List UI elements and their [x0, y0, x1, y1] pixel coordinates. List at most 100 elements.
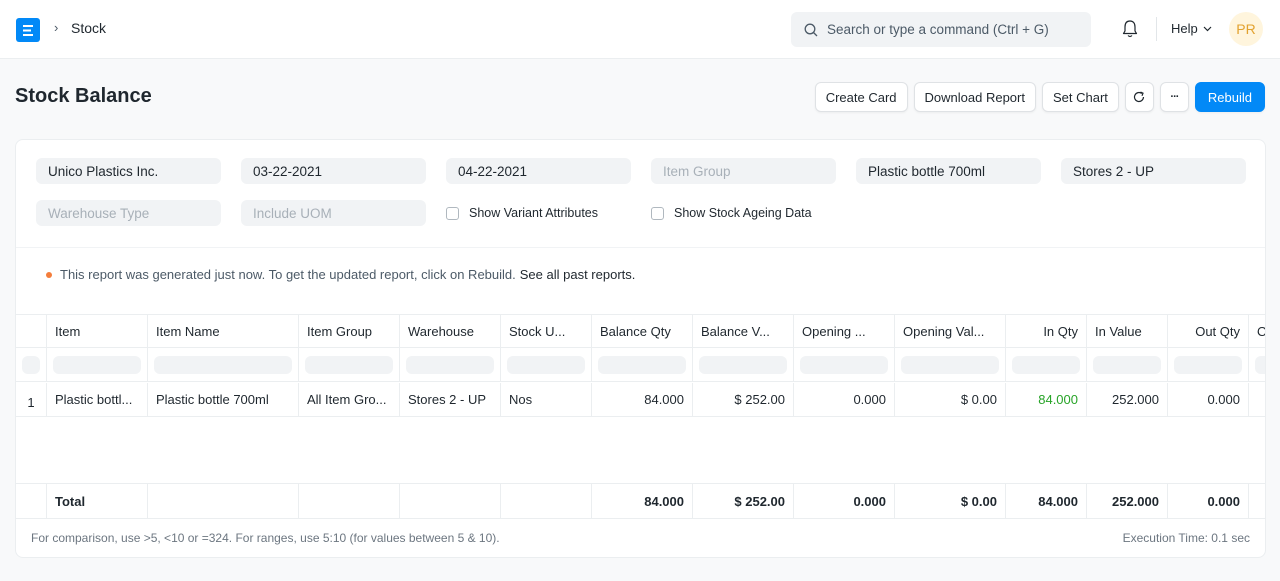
help-dropdown[interactable]: Help [1171, 21, 1212, 36]
company-filter[interactable]: Unico Plastics Inc. [36, 158, 221, 184]
bell-icon [1122, 20, 1138, 38]
column-filter-input[interactable] [1174, 355, 1242, 374]
total-cell [148, 484, 299, 518]
to-date-filter[interactable]: 04-22-2021 [446, 158, 631, 184]
cell-out-value[interactable] [1249, 383, 1265, 416]
cell-item-name[interactable]: Plastic bottle 700ml [148, 383, 299, 416]
warehouse-type-filter[interactable]: Warehouse Type [36, 200, 221, 226]
total-row-number [16, 484, 47, 518]
table-row[interactable]: 1 Plastic bottl... Plastic bottle 700ml … [16, 383, 1265, 417]
column-header[interactable]: Stock U... [501, 315, 592, 347]
column-filter-input[interactable] [598, 355, 686, 374]
total-out-qty: 0.000 [1168, 484, 1249, 518]
table-filter-row [16, 348, 1265, 382]
total-in-value: 252.000 [1087, 484, 1168, 518]
item-group-filter[interactable]: Item Group [651, 158, 836, 184]
total-opening-qty: 0.000 [794, 484, 895, 518]
column-header[interactable]: Balance Qty [592, 315, 693, 347]
column-header[interactable]: O [1249, 315, 1265, 347]
cell-opening-qty[interactable]: 0.000 [794, 383, 895, 416]
column-filter-input[interactable] [53, 355, 141, 374]
create-card-button[interactable]: Create Card [814, 82, 908, 112]
filter-cell [1168, 348, 1249, 381]
search-bar[interactable]: Search or type a command (Ctrl + G) [791, 12, 1091, 47]
filter-cell [794, 348, 895, 381]
filter-cell [693, 348, 794, 381]
cell-item[interactable]: Plastic bottl... [47, 383, 148, 416]
from-date-filter[interactable]: 03-22-2021 [241, 158, 426, 184]
cell-in-qty[interactable]: 84.000 [1006, 383, 1087, 416]
column-filter-input[interactable] [901, 355, 999, 374]
filters-divider [16, 247, 1265, 248]
total-cell [501, 484, 592, 518]
total-out-value [1249, 484, 1265, 518]
show-variant-attributes-label: Show Variant Attributes [469, 206, 599, 220]
column-header[interactable]: Opening Val... [895, 315, 1006, 347]
search-placeholder: Search or type a command (Ctrl + G) [827, 22, 1049, 37]
filter-cell [1249, 348, 1265, 381]
warehouse-filter[interactable]: Stores 2 - UP [1061, 158, 1246, 184]
table-header-row: Item Item Name Item Group Warehouse Stoc… [16, 314, 1265, 348]
rebuild-button[interactable]: Rebuild [1194, 82, 1265, 112]
report-notice-text: This report was generated just now. To g… [60, 267, 516, 282]
total-in-qty: 84.000 [1006, 484, 1087, 518]
show-stock-ageing-data-checkbox[interactable]: Show Stock Ageing Data [651, 206, 812, 220]
column-filter-input[interactable] [1255, 355, 1265, 374]
cell-balance-value[interactable]: $ 252.00 [693, 383, 794, 416]
more-options-button[interactable]: ··· [1159, 82, 1189, 112]
show-variant-attributes-checkbox[interactable]: Show Variant Attributes [446, 206, 598, 220]
column-header[interactable]: Opening ... [794, 315, 895, 347]
filter-hint: For comparison, use >5, <10 or =324. For… [31, 531, 500, 545]
cell-item-group[interactable]: All Item Gro... [299, 383, 400, 416]
column-header[interactable]: Item Name [148, 315, 299, 347]
column-filter-input[interactable] [800, 355, 888, 374]
column-filter-input[interactable] [305, 355, 393, 374]
filter-cell [592, 348, 693, 381]
row-number: 1 [16, 383, 47, 416]
column-header[interactable]: Item Group [299, 315, 400, 347]
refresh-button[interactable] [1124, 82, 1154, 112]
app-logo[interactable] [16, 18, 40, 42]
column-filter-input[interactable] [1093, 355, 1161, 374]
navbar: › Stock Search or type a command (Ctrl +… [0, 0, 1280, 59]
column-filter-input[interactable] [1012, 355, 1080, 374]
download-report-button[interactable]: Download Report [913, 82, 1036, 112]
cell-in-value[interactable]: 252.000 [1087, 383, 1168, 416]
cell-balance-qty[interactable]: 84.000 [592, 383, 693, 416]
checkbox-box[interactable] [651, 206, 664, 220]
column-filter-input[interactable] [406, 355, 494, 374]
report-card: Unico Plastics Inc. 03-22-2021 04-22-202… [15, 139, 1266, 558]
column-filter-input[interactable] [699, 355, 787, 374]
cell-out-qty[interactable]: 0.000 [1168, 383, 1249, 416]
past-reports-link[interactable]: See all past reports. [520, 267, 636, 282]
breadcrumb-stock[interactable]: Stock [71, 20, 106, 36]
column-filter-input[interactable] [22, 355, 40, 374]
column-header[interactable]: In Qty [1006, 315, 1087, 347]
cell-opening-value[interactable]: $ 0.00 [895, 383, 1006, 416]
filter-cell [299, 348, 400, 381]
cell-warehouse[interactable]: Stores 2 - UP [400, 383, 501, 416]
refresh-icon [1134, 91, 1145, 103]
filter-cell [47, 348, 148, 381]
filter-cell [895, 348, 1006, 381]
column-filter-input[interactable] [507, 355, 585, 374]
page-actions: Create Card Download Report Set Chart ··… [814, 82, 1265, 112]
column-header[interactable]: In Value [1087, 315, 1168, 347]
help-label: Help [1171, 21, 1198, 36]
column-header[interactable]: Out Qty [1168, 315, 1249, 347]
column-filter-input[interactable] [154, 355, 292, 374]
column-header[interactable]: Warehouse [400, 315, 501, 347]
cell-stock-uom[interactable]: Nos [501, 383, 592, 416]
column-header[interactable]: Item [47, 315, 148, 347]
include-uom-filter[interactable]: Include UOM [241, 200, 426, 226]
user-avatar[interactable]: PR [1229, 12, 1263, 46]
checkbox-box[interactable] [446, 206, 459, 220]
total-balance-value: $ 252.00 [693, 484, 794, 518]
erpnext-logo-icon [23, 24, 33, 36]
set-chart-button[interactable]: Set Chart [1041, 82, 1119, 112]
notifications-button[interactable] [1121, 19, 1139, 42]
column-header[interactable]: Balance V... [693, 315, 794, 347]
item-filter[interactable]: Plastic bottle 700ml [856, 158, 1041, 184]
total-opening-value: $ 0.00 [895, 484, 1006, 518]
filter-cell [400, 348, 501, 381]
